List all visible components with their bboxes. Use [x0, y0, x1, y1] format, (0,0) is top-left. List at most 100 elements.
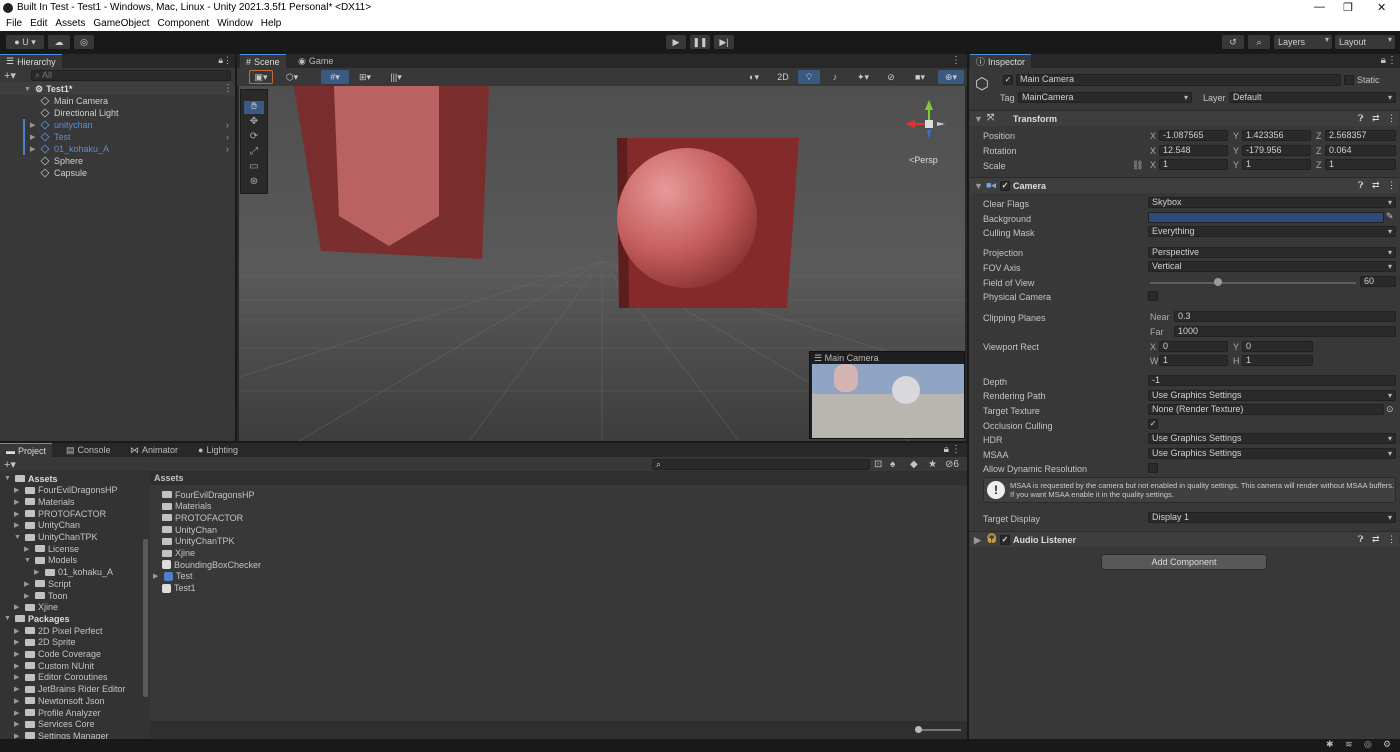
- rotation-y-input[interactable]: -179.956: [1242, 144, 1311, 156]
- tab-lighting[interactable]: ● Lighting: [192, 443, 244, 457]
- fold-arrow-icon[interactable]: ▶: [14, 650, 22, 658]
- tab-animator[interactable]: ⋈ Animator: [124, 443, 184, 457]
- camera-enabled-checkbox[interactable]: ✓: [1000, 181, 1010, 191]
- project-tree-item[interactable]: ▶ Code Coverage: [14, 649, 101, 660]
- hidden-objects-icon[interactable]: ⊘: [880, 70, 902, 84]
- projection-dropdown[interactable]: Perspective: [1148, 247, 1396, 258]
- fold-arrow-icon[interactable]: ▶: [30, 133, 38, 141]
- fold-arrow-icon[interactable]: ▶: [14, 697, 22, 705]
- tab-hierarchy[interactable]: ☰ Hierarchy: [0, 54, 62, 68]
- add-component-button[interactable]: Add Component: [1101, 554, 1267, 570]
- position-x-input[interactable]: -1.087565: [1159, 130, 1228, 141]
- hierarchy-item[interactable]: ▶ 01_kohaku_A ›: [23, 143, 229, 155]
- settings-icon[interactable]: ⚙: [1383, 739, 1391, 750]
- fov-axis-dropdown[interactable]: Vertical: [1148, 261, 1396, 272]
- object-picker-icon[interactable]: ⊙: [1386, 404, 1394, 415]
- snap-icon[interactable]: ⊞▾: [353, 70, 377, 84]
- project-tree-item[interactable]: ▶ Profile Analyzer: [14, 707, 101, 718]
- fold-arrow-icon[interactable]: ▶: [24, 545, 32, 553]
- fold-arrow-icon[interactable]: ▼: [4, 615, 12, 622]
- project-tree-item[interactable]: ▶ 2D Pixel Perfect: [14, 625, 103, 636]
- fold-arrow-icon[interactable]: ▶: [153, 572, 161, 580]
- menu-file[interactable]: File: [6, 18, 22, 29]
- scene-root-item[interactable]: ▼ ⚙ Test1*: [24, 83, 72, 95]
- scene-menu-icon[interactable]: ⋮: [223, 83, 233, 94]
- preset-icon[interactable]: ⇄: [1372, 113, 1380, 124]
- shading-icon[interactable]: ⬡▾: [279, 70, 305, 84]
- hierarchy-item[interactable]: Sphere: [30, 155, 83, 167]
- history-icon[interactable]: ↺: [1222, 35, 1244, 49]
- tag-icon[interactable]: ◆: [910, 459, 918, 470]
- effects-icon[interactable]: ✦▾: [850, 70, 876, 84]
- near-input[interactable]: 0.3: [1174, 311, 1396, 322]
- menu-edit[interactable]: Edit: [30, 18, 47, 29]
- lock-icon[interactable]: 🔒︎: [944, 444, 949, 455]
- project-tree-item[interactable]: ▼ Packages: [4, 613, 70, 624]
- play-icon[interactable]: ▶: [666, 35, 686, 49]
- layers-dropdown[interactable]: Layers: [1274, 35, 1332, 49]
- scene-view-camera-icon[interactable]: ◐▾: [741, 70, 767, 84]
- hierarchy-item[interactable]: Capsule: [30, 167, 87, 179]
- viewport-h-input[interactable]: 1: [1242, 355, 1313, 366]
- add-object-button[interactable]: +▾: [4, 69, 16, 82]
- fold-arrow-icon[interactable]: ▶: [14, 486, 22, 494]
- position-z-input[interactable]: 2.568357: [1325, 130, 1396, 141]
- gizmos-icon[interactable]: ⊕▾: [938, 70, 964, 84]
- help-icon[interactable]: ❓︎: [1358, 113, 1363, 124]
- fold-arrow-icon[interactable]: ▶: [30, 145, 38, 153]
- menu-gameobject[interactable]: GameObject: [93, 18, 149, 29]
- project-tree-item[interactable]: ▶ UnityChan: [14, 520, 80, 531]
- position-y-input[interactable]: 1.423356: [1242, 130, 1311, 141]
- fold-arrow-icon[interactable]: ▶: [24, 592, 32, 600]
- physical-camera-checkbox[interactable]: [1148, 291, 1158, 301]
- tab-game[interactable]: ◉ Game: [292, 54, 339, 68]
- cloud-icon[interactable]: ☁: [48, 35, 70, 49]
- pause-icon[interactable]: ❚❚: [690, 35, 710, 49]
- rotation-z-input[interactable]: 0.064: [1325, 144, 1396, 156]
- tab-inspector[interactable]: ⓘ Inspector: [970, 54, 1032, 68]
- increment-snap-icon[interactable]: |||▾: [383, 70, 409, 84]
- tab-project[interactable]: ▬ Project: [0, 443, 53, 457]
- collab-icon[interactable]: ◎: [74, 35, 94, 49]
- fold-arrow-icon[interactable]: ▶: [34, 568, 42, 576]
- background-color-field[interactable]: [1148, 212, 1384, 223]
- project-tree-item[interactable]: ▶ 2D Sprite: [14, 637, 76, 648]
- tag-dropdown[interactable]: MainCamera: [1018, 92, 1192, 103]
- culling-mask-dropdown[interactable]: Everything: [1148, 226, 1396, 237]
- scale-y-axis-label[interactable]: Y: [1233, 160, 1239, 170]
- project-tree-item[interactable]: ▶ Toon: [24, 590, 68, 601]
- project-tree-item[interactable]: ▶ Script: [24, 578, 71, 589]
- fold-arrow-icon[interactable]: ▶: [14, 673, 22, 681]
- target-display-dropdown[interactable]: Display 1: [1148, 512, 1396, 523]
- maximize-button[interactable]: ❐: [1343, 1, 1353, 14]
- scale-tool-icon[interactable]: ⤢: [244, 146, 264, 159]
- hierarchy-search-input[interactable]: ⌕ All: [31, 70, 231, 81]
- icon-size-slider-thumb[interactable]: [915, 726, 922, 733]
- favorite-star-icon[interactable]: ★: [928, 459, 937, 470]
- eyedropper-icon[interactable]: ✎: [1386, 211, 1394, 222]
- more-menu-icon[interactable]: ⋮: [951, 55, 961, 66]
- fold-arrow-icon[interactable]: ▶: [14, 603, 22, 611]
- audio-listener-header[interactable]: ▶ 🎧︎ ✓ Audio Listener ❓︎ ⇄ ⋮: [970, 531, 1399, 547]
- grid-snap-icon[interactable]: #▾: [321, 70, 349, 84]
- camera-header[interactable]: ▼ ■◂ ✓ Camera ❓︎ ⇄ ⋮: [970, 177, 1399, 193]
- lock-icon[interactable]: 🔒︎: [1381, 55, 1386, 66]
- rotate-tool-icon[interactable]: ⟳: [244, 131, 264, 144]
- rotation-z-axis-label[interactable]: Z: [1316, 146, 1322, 156]
- fold-arrow-icon[interactable]: ▼: [14, 534, 22, 541]
- position-x-axis-label[interactable]: X: [1150, 131, 1156, 141]
- step-icon[interactable]: ▶|: [714, 35, 734, 49]
- hdr-dropdown[interactable]: Use Graphics Settings: [1148, 433, 1396, 444]
- more-menu-icon[interactable]: ⋮: [223, 55, 232, 66]
- viewport-w-input[interactable]: 1: [1159, 355, 1228, 366]
- project-tree-item[interactable]: ▶ 01_kohaku_A: [34, 567, 113, 578]
- more-menu-icon[interactable]: ⋮: [1387, 55, 1397, 66]
- menu-help[interactable]: Help: [261, 18, 282, 29]
- search-by-type-icon[interactable]: ⊡: [874, 459, 882, 470]
- object-name-input[interactable]: Main Camera: [1016, 74, 1341, 86]
- rotation-x-input[interactable]: 12.548: [1159, 144, 1228, 156]
- project-file-item[interactable]: FourEvilDragonsHP: [162, 489, 255, 500]
- prefab-open-chevron-icon[interactable]: ›: [226, 144, 229, 154]
- tab-console[interactable]: ▤ Console: [60, 443, 117, 457]
- fold-arrow-icon[interactable]: ▶: [14, 521, 22, 529]
